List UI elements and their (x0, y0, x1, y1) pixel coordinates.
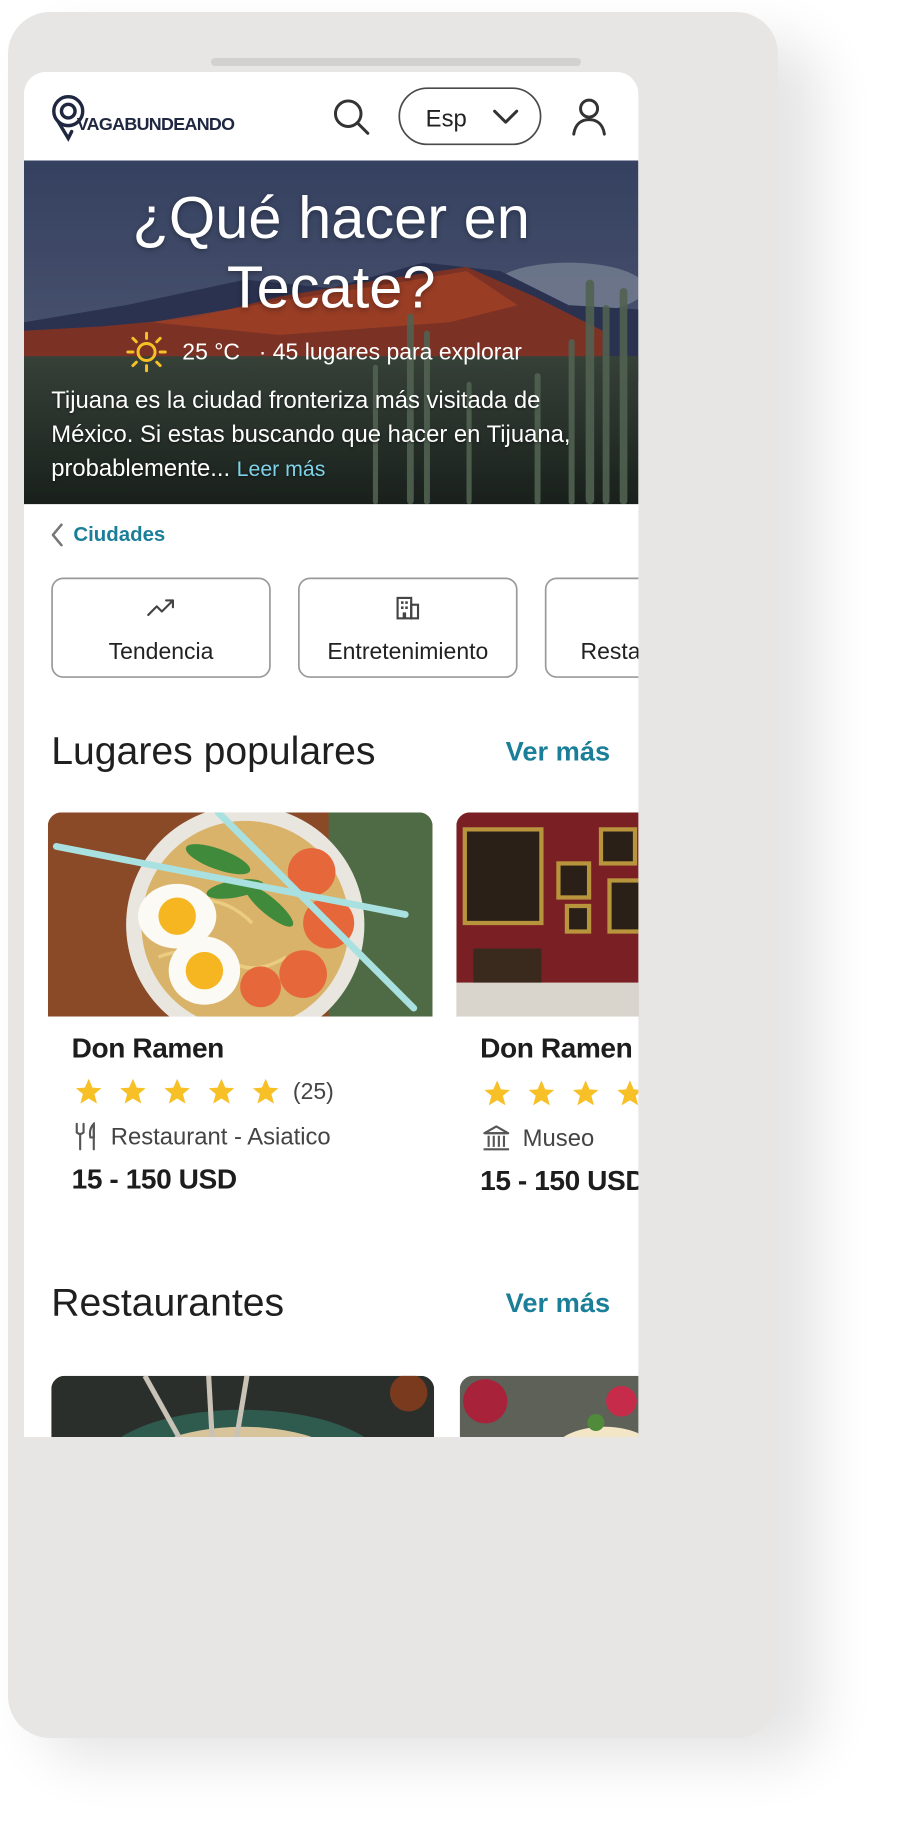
card-type-label: Museo (522, 1124, 595, 1152)
star-rating: (25) (73, 1076, 334, 1107)
read-more-link[interactable]: Leer más (237, 458, 326, 482)
category-entretenimiento[interactable]: Entretenimiento (298, 577, 518, 678)
star-icon (528, 1080, 555, 1106)
chevron-left-icon (51, 523, 63, 547)
star-icon (164, 1078, 190, 1104)
restaurant-card-image[interactable] (51, 1375, 435, 1438)
ramen-photo (47, 812, 433, 1017)
fork-knife-icon (75, 1122, 95, 1151)
category-icon-wrap (300, 595, 516, 622)
app-content: VAGABUNDEANDO Esp ¿Qué hacer en Tecate? … (24, 72, 639, 1438)
category-restaurantes[interactable]: Resta (544, 577, 639, 678)
museum-icon (483, 1125, 510, 1151)
category-tendencia[interactable]: Tendencia (51, 577, 271, 678)
card-price: 15 - 150 USD (71, 1162, 237, 1195)
category-label: Resta (580, 638, 639, 665)
card-image-museum (456, 812, 639, 1017)
card-type: Restaurant - Asiatico (73, 1122, 331, 1151)
category-icon-wrap (53, 595, 269, 621)
language-selector[interactable]: Esp (398, 87, 542, 146)
star-icon (617, 1080, 639, 1106)
category-label: Entretenimiento (327, 638, 489, 665)
search-button[interactable] (330, 96, 371, 137)
rating-count: (25) (292, 1078, 334, 1104)
section-title-popular: Lugares populares (51, 728, 376, 773)
star-icon (75, 1078, 102, 1104)
user-icon (572, 98, 606, 136)
card-name: Don Ramen (480, 1031, 633, 1064)
chevron-down-icon (493, 109, 519, 124)
language-label: Esp (425, 105, 467, 132)
place-card[interactable]: Don Ramen (25) Restaurant - Asiatico 15 … (47, 812, 433, 1220)
hero-title-line2: Tecate? (226, 254, 436, 321)
app-header: VAGABUNDEANDO Esp (24, 72, 638, 161)
restaurant-card-image[interactable] (459, 1375, 639, 1438)
star-icon (120, 1078, 146, 1104)
section-title-restaurants: Restaurantes (51, 1279, 285, 1324)
card-name: Don Ramen (71, 1031, 225, 1064)
breadcrumb-label: Ciudades (73, 523, 166, 547)
star-rating (482, 1078, 639, 1109)
museum-photo (456, 812, 639, 1017)
card-type-label: Restaurant - Asiatico (110, 1122, 331, 1150)
star-icon (252, 1078, 279, 1104)
card-image-ramen (47, 812, 433, 1017)
star-icon (208, 1078, 235, 1104)
hero-title-line1: ¿Qué hacer en (132, 184, 530, 251)
hero-banner: ¿Qué hacer en Tecate? 25 °C · 45 lugares… (24, 160, 639, 505)
user-account-button[interactable] (569, 96, 610, 137)
hero-description: Tijuana es la ciudad fronteriza más visi… (51, 383, 613, 486)
search-icon (333, 99, 370, 135)
category-label: Tendencia (108, 638, 214, 665)
phone-speaker (211, 58, 581, 66)
sun-icon (126, 331, 167, 373)
hero-title: ¿Qué hacer en Tecate? (24, 183, 638, 323)
hero-meta: 25 °C · 45 lugares para explorar (126, 331, 522, 374)
popular-see-more-link[interactable]: Ver más (506, 736, 610, 767)
card-type: Museo (482, 1124, 594, 1153)
breadcrumb[interactable]: Ciudades (50, 518, 166, 552)
dessert-photo (459, 1375, 639, 1438)
restaurants-see-more-link[interactable]: Ver más (506, 1287, 610, 1318)
star-icon (484, 1080, 510, 1106)
temperature: 25 °C (182, 338, 241, 365)
place-card[interactable]: Don Ramen Museo 15 - 150 USD (456, 812, 639, 1220)
places-count: · 45 lugares para explorar (258, 338, 522, 365)
restaurant-photo (51, 1375, 435, 1438)
star-icon (572, 1080, 599, 1106)
card-price: 15 - 150 USD (480, 1164, 639, 1197)
logo-text: VAGABUNDEANDO (76, 114, 235, 135)
building-icon (396, 596, 420, 620)
trending-up-icon (147, 599, 174, 617)
